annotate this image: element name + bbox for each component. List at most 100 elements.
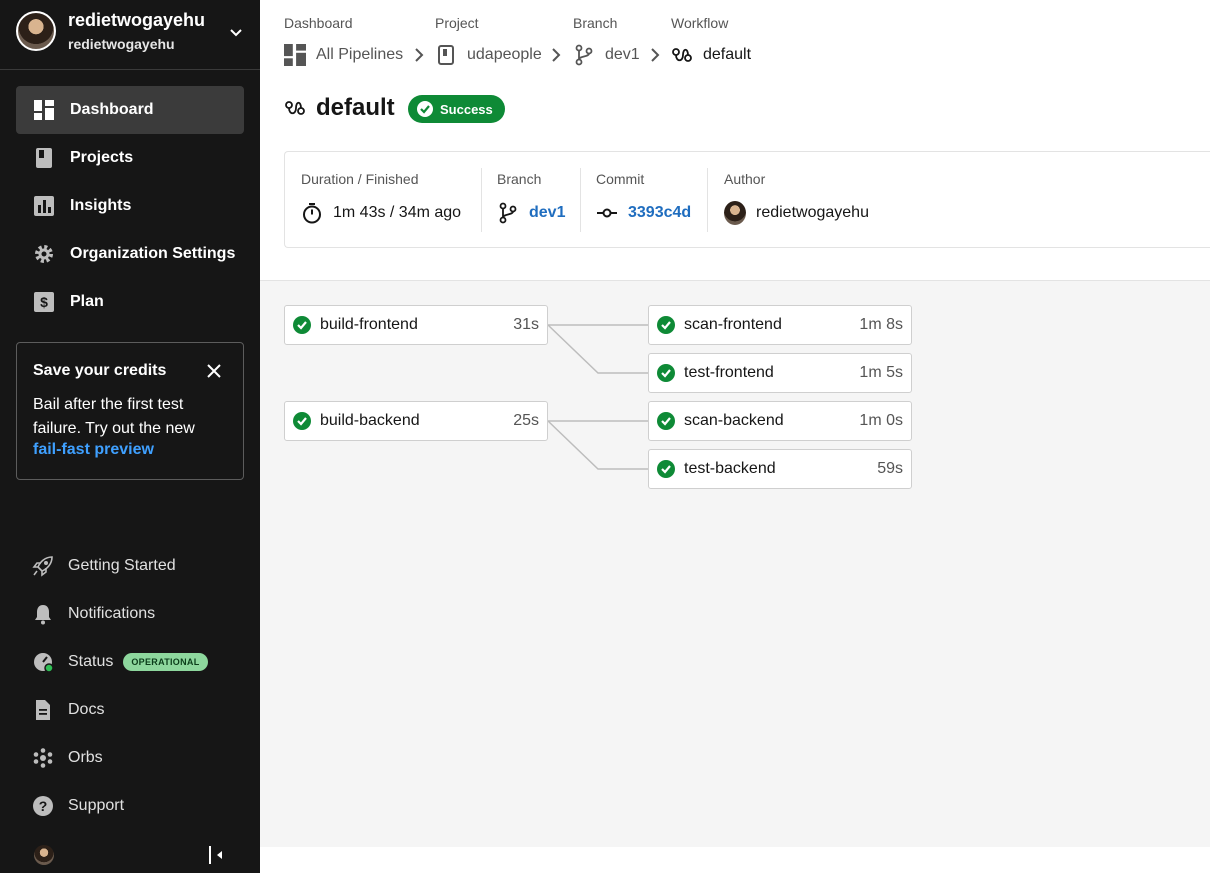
breadcrumb-workflow[interactable]: default (671, 44, 751, 66)
dashboard-icon (34, 100, 54, 120)
chevron-down-icon[interactable] (228, 24, 244, 40)
job-build-frontend[interactable]: build-frontend 31s (284, 305, 548, 345)
breadcrumb-label-workflow: Workflow (671, 15, 729, 31)
fail-fast-preview-link[interactable]: fail-fast preview (33, 441, 154, 459)
chevron-right-icon (552, 48, 561, 62)
status-badge: OPERATIONAL (123, 653, 208, 671)
check-circle-icon (657, 412, 675, 430)
bell-icon (32, 603, 54, 625)
check-circle-icon (657, 316, 675, 334)
chevron-right-icon (651, 48, 660, 62)
commit-label: Commit (596, 171, 645, 187)
org-username: redietwogayehu (68, 36, 175, 52)
job-duration: 1m 0s (859, 412, 903, 429)
sidebar-item-notifications[interactable]: Notifications (32, 599, 155, 629)
chevron-right-icon (415, 48, 424, 62)
sidebar: redietwogayehu redietwogayehu Dashboard … (0, 0, 260, 873)
job-duration: 31s (513, 316, 539, 333)
job-name: test-backend (684, 460, 776, 477)
org-avatar (16, 11, 56, 51)
job-name: scan-backend (684, 412, 784, 429)
branch-icon (573, 44, 595, 66)
dollar-icon: $ (34, 292, 54, 312)
sidebar-item-plan[interactable]: $ Plan (16, 278, 244, 326)
check-circle-icon (657, 364, 675, 382)
sidebar-item-label: Dashboard (70, 101, 154, 118)
sidebar-item-insights[interactable]: Insights (16, 182, 244, 230)
job-test-frontend[interactable]: test-frontend 1m 5s (648, 353, 912, 393)
sidebar-item-label: Plan (70, 293, 104, 310)
doc-icon (32, 699, 54, 721)
sidebar-item-dashboard[interactable]: Dashboard (16, 86, 244, 134)
breadcrumb-text: All Pipelines (316, 46, 404, 63)
user-avatar[interactable] (34, 845, 54, 865)
check-circle-icon (293, 316, 311, 334)
job-duration: 1m 8s (859, 316, 903, 333)
commit-icon (596, 202, 618, 224)
check-circle-icon (657, 460, 675, 478)
sidebar-item-getting-started[interactable]: Getting Started (32, 551, 176, 581)
job-build-backend[interactable]: build-backend 25s (284, 401, 548, 441)
job-name: build-frontend (320, 316, 418, 333)
branch-value[interactable]: dev1 (497, 201, 565, 225)
breadcrumb-project[interactable]: udapeople (435, 44, 542, 66)
projects-icon (34, 148, 54, 168)
sidebar-item-docs[interactable]: Docs (32, 695, 104, 725)
org-switcher[interactable]: redietwogayehu redietwogayehu (0, 0, 260, 70)
breadcrumb-all-pipelines[interactable]: All Pipelines (284, 44, 403, 66)
sidebar-item-label: Status (68, 653, 114, 670)
breadcrumb-text: udapeople (467, 46, 542, 63)
workflow-graph: build-frontend 31s scan-frontend 1m 8s t… (260, 280, 1210, 847)
status-text: Success (440, 101, 493, 117)
sidebar-item-orbs[interactable]: Orbs (32, 743, 103, 773)
job-duration: 59s (877, 460, 903, 477)
sidebar-item-status[interactable]: Status OPERATIONAL (32, 647, 208, 677)
org-name: redietwogayehu (68, 10, 206, 30)
job-name: build-backend (320, 412, 420, 429)
breadcrumb-text: default (703, 46, 752, 63)
job-name: test-frontend (684, 364, 774, 381)
timer-icon (301, 202, 323, 224)
main-content: Dashboard Project Branch Workflow All Pi… (260, 0, 1210, 873)
collapse-sidebar-icon[interactable] (207, 845, 225, 865)
gear-icon (34, 244, 54, 264)
sidebar-item-support[interactable]: ? Support (32, 791, 124, 821)
commit-value[interactable]: 3393c4d (596, 201, 691, 225)
breadcrumb-label-dashboard: Dashboard (284, 15, 353, 31)
divider (481, 168, 482, 232)
branch-icon (497, 202, 519, 224)
duration-label: Duration / Finished (301, 171, 419, 187)
orbs-icon (32, 747, 54, 769)
page-title: default (284, 94, 395, 122)
job-name: scan-frontend (684, 316, 782, 333)
sidebar-item-label: Projects (70, 149, 134, 166)
breadcrumb-text: dev1 (605, 46, 640, 63)
credits-promo-card: Save your credits Bail after the first t… (16, 342, 244, 480)
svg-text:$: $ (40, 294, 48, 310)
workflow-title: default (316, 94, 395, 121)
job-duration: 1m 5s (859, 364, 903, 381)
duration-value: 1m 43s / 34m ago (301, 201, 461, 225)
author-label: Author (724, 171, 766, 187)
divider (580, 168, 581, 232)
insights-icon (34, 196, 54, 216)
job-test-backend[interactable]: test-backend 59s (648, 449, 912, 489)
author-value: redietwogayehu (724, 201, 869, 225)
check-circle-icon (293, 412, 311, 430)
svg-text:?: ? (39, 798, 48, 814)
sidebar-item-label: Notifications (68, 605, 156, 622)
job-scan-backend[interactable]: scan-backend 1m 0s (648, 401, 912, 441)
status-icon (32, 651, 54, 673)
author-avatar (724, 201, 746, 225)
check-circle-icon (417, 101, 433, 117)
sidebar-item-label: Insights (70, 197, 132, 214)
pipelines-icon (284, 44, 306, 66)
breadcrumb-branch[interactable]: dev1 (573, 44, 640, 66)
sidebar-item-organization-settings[interactable]: Organization Settings (16, 230, 244, 278)
divider (707, 168, 708, 232)
credits-body: Bail after the first test failure. Try o… (33, 396, 195, 437)
breadcrumb-label-project: Project (435, 15, 479, 31)
close-icon[interactable] (205, 362, 223, 380)
job-scan-frontend[interactable]: scan-frontend 1m 8s (648, 305, 912, 345)
sidebar-item-projects[interactable]: Projects (16, 134, 244, 182)
